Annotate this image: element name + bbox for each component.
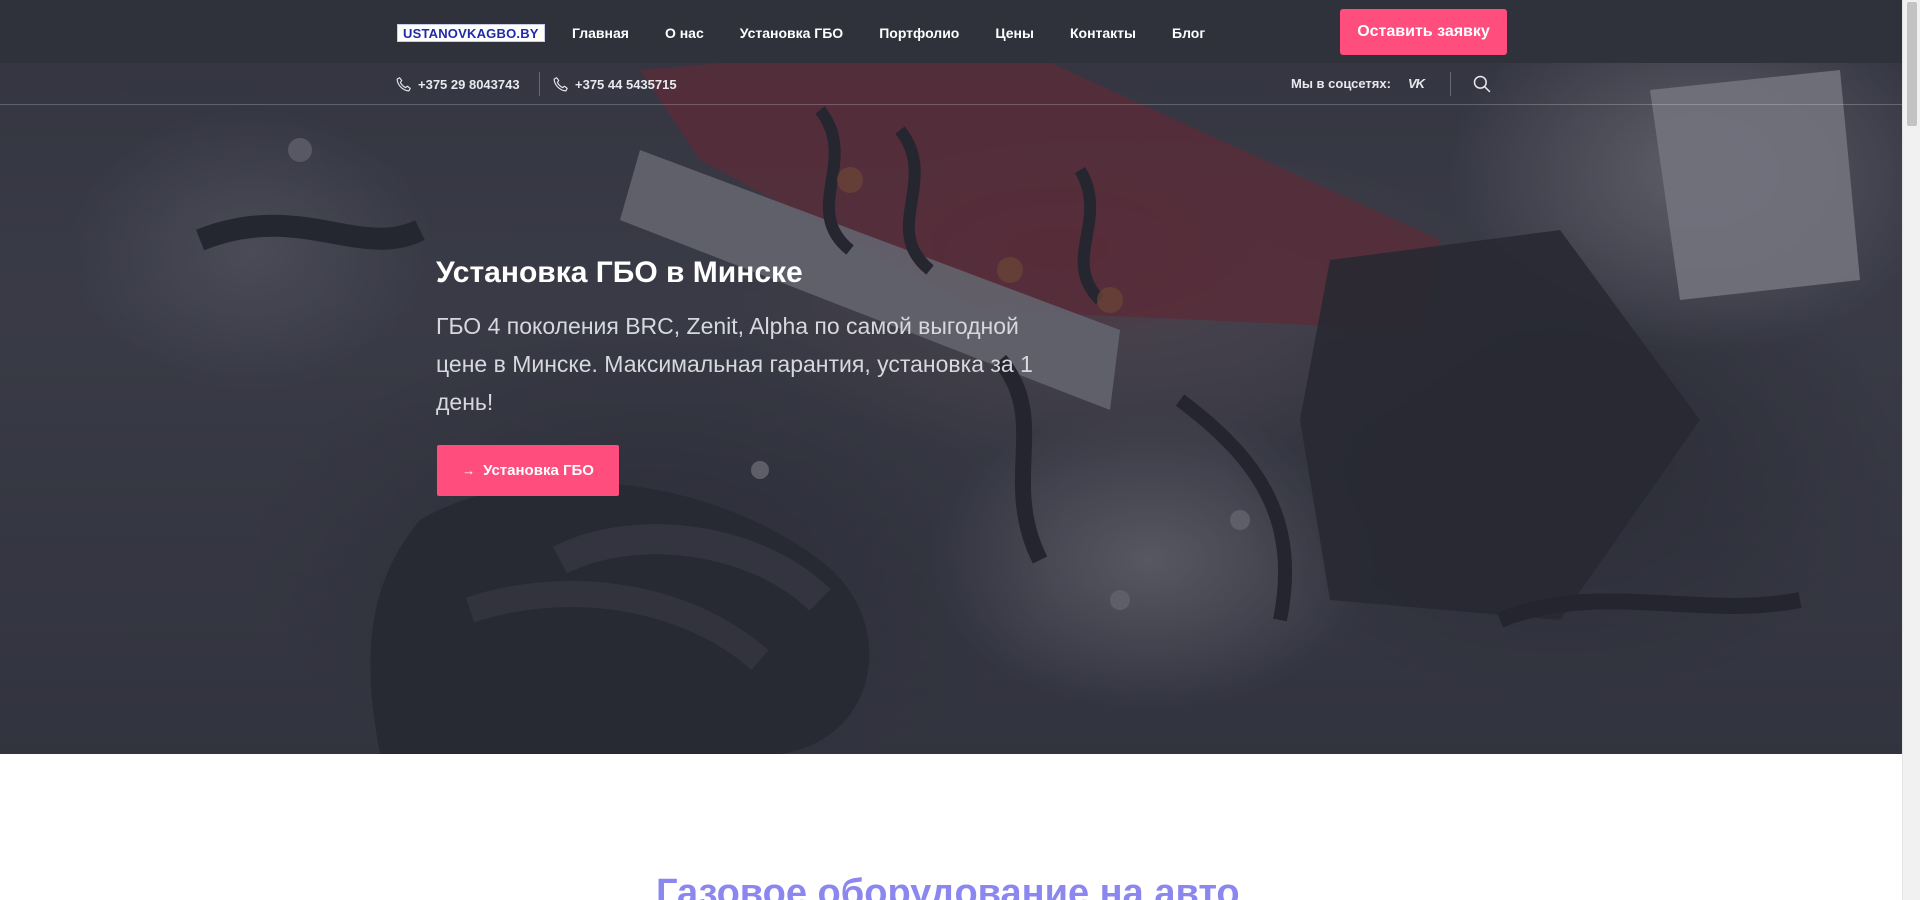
nav-item-about[interactable]: О нас: [665, 24, 704, 42]
site-logo[interactable]: USTANOVKAGBO.BY: [397, 24, 545, 42]
phone-number-2: +375 44 5435715: [575, 77, 677, 92]
gbo-install-button[interactable]: → Установка ГБО: [437, 445, 619, 496]
gbo-install-button-label: Установка ГБО: [483, 462, 594, 479]
scrollbar-thumb[interactable]: [1907, 2, 1917, 126]
nav-item-portfolio[interactable]: Портфолио: [879, 24, 959, 42]
phone-number-1: +375 29 8043743: [418, 77, 520, 92]
page-scrollbar[interactable]: [1902, 0, 1920, 900]
main-nav: Главная О нас Установка ГБО Портфолио Це…: [572, 24, 1241, 42]
submit-request-button[interactable]: Оставить заявку: [1340, 9, 1507, 55]
section-title: Газовое оборудование на авто: [656, 872, 1240, 900]
phone-icon: [553, 77, 568, 92]
hero-title: Установка ГБО в Минске: [436, 256, 803, 289]
top-navbar: USTANOVKAGBO.BY Главная О нас Установка …: [0, 0, 1902, 63]
nav-item-home[interactable]: Главная: [572, 24, 629, 42]
divider: [539, 72, 540, 96]
nav-item-blog[interactable]: Блог: [1172, 24, 1205, 42]
nav-item-prices[interactable]: Цены: [995, 24, 1034, 42]
nav-item-contacts[interactable]: Контакты: [1070, 24, 1136, 42]
vk-icon[interactable]: VK: [1408, 76, 1425, 91]
divider: [1450, 72, 1451, 96]
phone-icon: [396, 77, 411, 92]
phone-link-1[interactable]: +375 29 8043743: [395, 76, 520, 93]
social-label: Мы в соцсетях:: [1291, 76, 1391, 91]
phone-link-2[interactable]: +375 44 5435715: [552, 76, 677, 93]
search-icon[interactable]: [1472, 74, 1492, 94]
arrow-right-icon: →: [462, 463, 476, 478]
nav-item-gbo-install[interactable]: Установка ГБО: [740, 24, 843, 42]
contact-bar: +375 29 8043743 +375 44 5435715 Мы в соц…: [0, 63, 1902, 105]
hero-subtitle: ГБО 4 поколения BRC, Zenit, Alpha по сам…: [436, 313, 1033, 415]
